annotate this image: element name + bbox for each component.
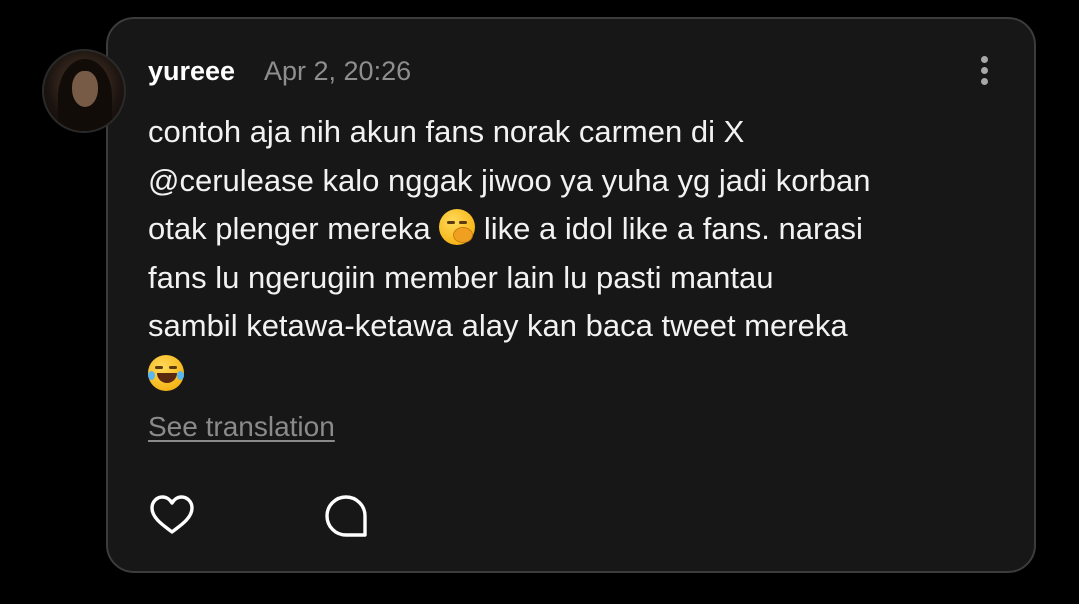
rolling-on-floor-laughing-emoji (148, 354, 184, 391)
comment-icon-svg (325, 495, 367, 537)
timestamp: Apr 2, 20:26 (264, 56, 412, 86)
emoji-eye (169, 365, 177, 369)
more-dot (981, 78, 988, 85)
comment-icon[interactable] (322, 492, 370, 540)
comment-line: @cerulease kalo nggak jiwoo ya yuha yg j… (148, 162, 871, 198)
comment-body: contoh aja nih akun fans norak carmen di… (148, 108, 998, 399)
comment-line: sambil ketawa-ketawa alay kan baca tweet… (148, 308, 848, 343)
comment-line: like a idol like a fans. narasi (483, 211, 863, 246)
see-translation-link[interactable]: See translation (148, 410, 335, 444)
emoji-tear (148, 370, 155, 380)
emoji-tear (177, 370, 184, 380)
avatar[interactable] (42, 49, 126, 133)
heart-icon-svg (150, 495, 194, 534)
more-dot (981, 56, 988, 63)
avatar-face (72, 71, 98, 107)
comment-line: fans lu ngerugiin member lain lu pasti m… (148, 259, 774, 295)
comment-line: contoh aja nih akun fans norak carmen di… (148, 114, 745, 149)
emoji-eye (459, 221, 468, 224)
face-with-hand-over-mouth-emoji (439, 209, 476, 245)
more-dot (981, 67, 988, 74)
emoji-mouth (157, 372, 177, 383)
more-vertical-icon[interactable] (970, 54, 1000, 88)
username[interactable]: yureee (148, 55, 235, 87)
emoji-eye (447, 221, 456, 224)
comment-line: otak plenger mereka (148, 211, 431, 246)
heart-icon[interactable] (148, 492, 196, 540)
emoji-hand (453, 227, 474, 243)
emoji-eye (155, 365, 163, 369)
